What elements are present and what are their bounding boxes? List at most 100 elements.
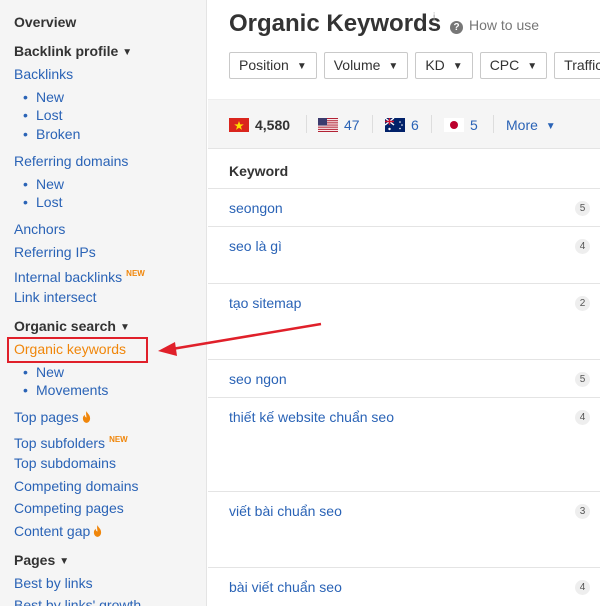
- filter-label: CPC: [489, 57, 520, 73]
- country-count: 47: [344, 117, 360, 133]
- country-vietnam[interactable]: 4,580: [229, 117, 290, 133]
- country-count: 4,580: [255, 117, 291, 133]
- sidebar-subitem-refdomains-lost[interactable]: • Lost: [23, 193, 62, 211]
- bullet-icon: •: [23, 176, 28, 192]
- sidebar-item-top-pages[interactable]: Top pages: [14, 408, 91, 426]
- filter-kd[interactable]: KD ▼: [415, 52, 473, 79]
- sidebar-section-pages[interactable]: Pages ▼: [14, 551, 69, 571]
- divider: [493, 115, 494, 133]
- how-to-use-label: How to use: [469, 17, 540, 33]
- country-count: 6: [411, 117, 419, 133]
- filter-label: Volume: [333, 57, 381, 73]
- column-header-keyword[interactable]: Keyword: [229, 163, 288, 179]
- country-usa[interactable]: 47: [318, 117, 360, 133]
- position-badge: 4: [575, 580, 590, 595]
- caret-down-icon: ▼: [545, 121, 556, 132]
- bullet-icon: •: [23, 382, 28, 398]
- position-badge: 4: [575, 410, 590, 425]
- table-row: seongon 5: [208, 188, 600, 226]
- country-australia[interactable]: 6: [385, 117, 419, 133]
- country-japan[interactable]: 5: [444, 117, 478, 133]
- item-label: Top subfolders: [14, 435, 106, 451]
- main-panel: Organic Keywords i ? How to use Position ▼…: [208, 0, 600, 606]
- item-label: Top pages: [14, 409, 79, 425]
- filter-bar: Position ▼ Volume ▼ KD ▼ CPC ▼ Traffic: [229, 52, 600, 79]
- divider: [306, 115, 307, 133]
- filter-label: Traffic: [564, 57, 600, 73]
- sidebar-item-best-by-links[interactable]: Best by links: [14, 574, 93, 592]
- sidebar-subitem-backlinks-new[interactable]: • New: [23, 88, 64, 106]
- keyword-link[interactable]: seo là gì: [229, 238, 282, 254]
- table-row: seo là gì 4: [208, 226, 600, 283]
- sidebar-item-content-gap[interactable]: Content gap: [14, 522, 102, 540]
- subitem-label: Lost: [36, 194, 63, 210]
- australia-flag-icon: [385, 118, 405, 132]
- caret-down-icon: ▼: [452, 61, 463, 72]
- sidebar-subitem-organic-new[interactable]: • New: [23, 363, 64, 381]
- caret-down-icon: ▼: [388, 61, 399, 72]
- new-badge: NEW: [109, 435, 128, 444]
- page-title: Organic Keywords: [229, 10, 442, 37]
- filter-traffic[interactable]: Traffic: [554, 52, 600, 79]
- sidebar-subitem-backlinks-lost[interactable]: • Lost: [23, 106, 62, 124]
- sidebar-subitem-organic-movements[interactable]: • Movements: [23, 381, 108, 399]
- caret-down-icon: ▼: [296, 61, 307, 72]
- new-badge: NEW: [126, 269, 145, 278]
- sidebar-item-referring-domains[interactable]: Referring domains: [14, 152, 128, 170]
- filter-label: Position: [239, 57, 289, 73]
- vietnam-flag-icon: [229, 118, 249, 132]
- subitem-label: Lost: [36, 107, 63, 123]
- sidebar-section-backlink-profile[interactable]: Backlink profile ▼: [14, 42, 132, 62]
- bullet-icon: •: [23, 107, 28, 123]
- sidebar-item-anchors[interactable]: Anchors: [14, 220, 65, 238]
- sidebar-item-best-by-links-growth[interactable]: Best by links' growth: [14, 596, 141, 606]
- how-to-use-link[interactable]: ? How to use: [450, 17, 539, 34]
- sidebar-item-internal-backlinks[interactable]: Internal backlinks NEW: [14, 265, 145, 286]
- highlight-box: [7, 337, 148, 363]
- usa-flag-icon: [318, 118, 338, 132]
- subitem-label: New: [36, 364, 65, 380]
- fire-icon: [94, 525, 102, 537]
- caret-down-icon: ▼: [59, 556, 70, 567]
- sidebar-subitem-refdomains-new[interactable]: • New: [23, 175, 64, 193]
- caret-down-icon: ▼: [122, 47, 133, 58]
- country-count: 5: [470, 117, 478, 133]
- section-label: Backlink profile: [14, 43, 119, 59]
- sidebar-item-backlinks[interactable]: Backlinks: [14, 65, 73, 83]
- divider: [372, 115, 373, 133]
- subitem-label: Broken: [36, 126, 81, 142]
- sidebar-item-top-subdomains[interactable]: Top subdomains: [14, 454, 116, 472]
- section-label: Organic search: [14, 318, 116, 334]
- country-bar: 4,580 47 6 5 More ▼: [208, 99, 600, 149]
- sidebar-section-organic-search[interactable]: Organic search ▼: [14, 317, 130, 337]
- divider: [431, 115, 432, 133]
- keyword-link[interactable]: thiết kế website chuẩn seo: [229, 409, 394, 425]
- keyword-link[interactable]: tạo sitemap: [229, 295, 301, 311]
- position-badge: 3: [575, 504, 590, 519]
- japan-flag-icon: [444, 118, 464, 132]
- sidebar-item-competing-domains[interactable]: Competing domains: [14, 477, 139, 495]
- table-row: seo ngon 5: [208, 359, 600, 397]
- info-icon[interactable]: i: [433, 12, 435, 23]
- position-badge: 5: [575, 201, 590, 216]
- filter-cpc[interactable]: CPC ▼: [479, 52, 548, 79]
- sidebar-item-competing-pages[interactable]: Competing pages: [14, 499, 124, 517]
- sidebar-item-top-subfolders[interactable]: Top subfolders NEW: [14, 431, 128, 452]
- position-badge: 5: [575, 372, 590, 387]
- caret-down-icon: ▼: [119, 322, 130, 333]
- sidebar-item-link-intersect[interactable]: Link intersect: [14, 288, 96, 306]
- filter-position[interactable]: Position ▼: [229, 52, 317, 79]
- sidebar-subitem-backlinks-broken[interactable]: • Broken: [23, 125, 80, 143]
- keyword-link[interactable]: seo ngon: [229, 371, 287, 387]
- keyword-link[interactable]: seongon: [229, 200, 283, 216]
- subitem-label: Movements: [36, 382, 109, 398]
- sidebar-item-referring-ips[interactable]: Referring IPs: [14, 243, 96, 261]
- sidebar-item-overview[interactable]: Overview: [14, 13, 76, 31]
- keyword-link[interactable]: bài viết chuẩn seo: [229, 579, 342, 595]
- table-row: tạo sitemap 2: [208, 283, 600, 359]
- filter-volume[interactable]: Volume ▼: [323, 52, 409, 79]
- keyword-link[interactable]: viết bài chuẩn seo: [229, 503, 342, 519]
- position-badge: 2: [575, 296, 590, 311]
- more-countries-button[interactable]: More ▼: [506, 117, 556, 133]
- bullet-icon: •: [23, 364, 28, 380]
